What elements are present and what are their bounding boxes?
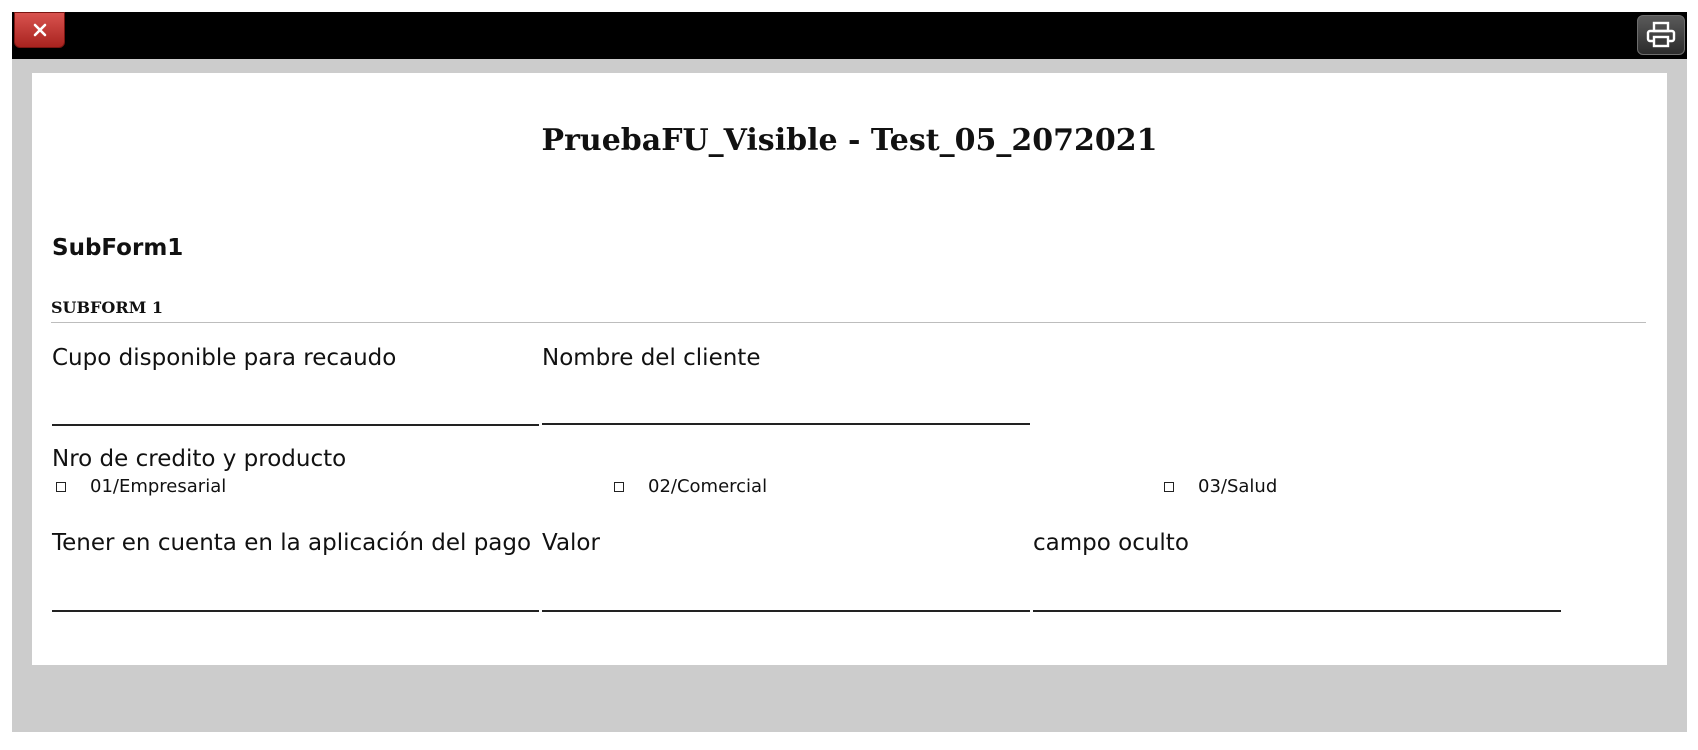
option-empresarial[interactable]: 01/Empresarial (52, 476, 226, 497)
oculto-label: campo oculto (1033, 530, 1189, 556)
section-title: SUBFORM 1 (51, 298, 164, 317)
cupo-input[interactable] (52, 396, 539, 426)
viewer-frame: PruebaFU_Visible - Test_05_2072021 SubFo… (12, 12, 1687, 732)
option-label: 01/Empresarial (90, 476, 227, 497)
cupo-label: Cupo disponible para recaudo (52, 345, 397, 371)
checkbox[interactable] (614, 481, 624, 492)
toolbar (12, 12, 1687, 59)
credito-label: Nro de credito y producto (52, 446, 347, 472)
nombre-input[interactable] (542, 395, 1030, 425)
printer-icon (1646, 21, 1676, 48)
nombre-label: Nombre del cliente (542, 345, 761, 371)
close-button[interactable] (14, 12, 65, 48)
form-title: PruebaFU_Visible - Test_05_2072021 (541, 123, 1158, 158)
checkbox[interactable] (56, 481, 66, 492)
option-label: 03/Salud (1198, 476, 1278, 497)
valor-label: Valor (542, 530, 600, 556)
section-divider (51, 322, 1646, 323)
oculto-input[interactable] (1033, 582, 1561, 612)
option-label: 02/Comercial (648, 476, 768, 497)
close-icon (33, 23, 46, 37)
tener-label: Tener en cuenta en la aplicación del pag… (52, 530, 532, 556)
subform-heading: SubForm1 (52, 235, 184, 261)
option-salud[interactable]: 03/Salud (1160, 476, 1277, 497)
checkbox[interactable] (1164, 481, 1174, 492)
tener-input[interactable] (52, 582, 539, 612)
valor-input[interactable] (542, 582, 1030, 612)
print-button[interactable] (1637, 15, 1685, 55)
option-comercial[interactable]: 02/Comercial (610, 476, 767, 497)
form-page: PruebaFU_Visible - Test_05_2072021 SubFo… (32, 73, 1667, 665)
